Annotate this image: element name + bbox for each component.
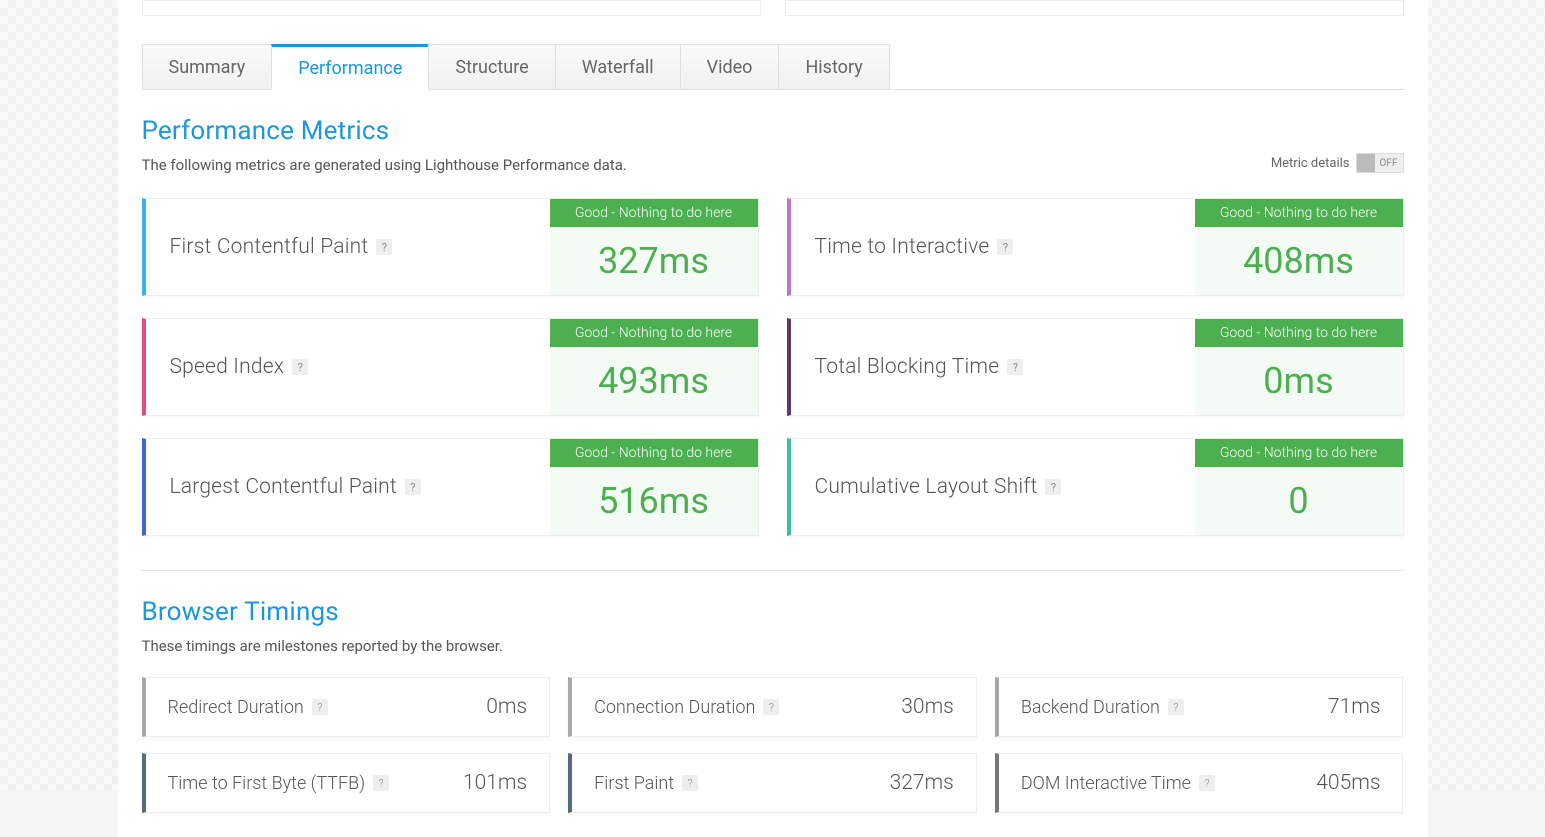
metric-name: First Contentful Paint [170,235,369,259]
page-root: Summary Performance Structure Waterfall … [0,0,1545,790]
metric-status: Good - Nothing to do here [1195,439,1403,467]
help-icon[interactable] [292,359,308,375]
timing-name-wrap: Time to First Byte (TTFB) [168,773,390,794]
tab-label: Summary [169,57,246,78]
tab-structure[interactable]: Structure [428,44,555,89]
content-container: Summary Performance Structure Waterfall … [118,0,1428,837]
metric-name-area: Cumulative Layout Shift [791,439,1195,535]
metric-value: 0 [1195,467,1403,535]
metric-name-area: Total Blocking Time [791,319,1195,415]
metric-card-fcp: First Contentful Paint Good - Nothing to… [142,198,759,296]
metric-name: Speed Index [170,355,285,379]
metric-name-area: Time to Interactive [791,199,1195,295]
browser-timings-title: Browser Timings [142,597,1404,627]
timing-value: 30ms [901,695,954,719]
tab-history[interactable]: History [778,44,889,89]
metric-value-box: Good - Nothing to do here 327ms [550,199,758,295]
tab-waterfall[interactable]: Waterfall [555,44,681,89]
timing-name-wrap: Backend Duration [1021,697,1184,718]
metric-name-area: Speed Index [146,319,550,415]
timing-card-ttfb: Time to First Byte (TTFB) 101ms [142,753,551,813]
timing-name: Backend Duration [1021,697,1160,718]
browser-timings-grid: Redirect Duration 0ms Connection Duratio… [142,677,1404,813]
help-icon[interactable] [763,699,779,715]
tab-label: Video [707,57,753,78]
metric-name: Total Blocking Time [815,355,1000,379]
tab-label: Performance [298,58,402,79]
help-icon[interactable] [373,775,389,791]
performance-metrics-grid: First Contentful Paint Good - Nothing to… [142,198,1404,536]
timing-name: Redirect Duration [168,697,304,718]
timing-name-wrap: Connection Duration [594,697,779,718]
tab-performance[interactable]: Performance [271,44,429,90]
metric-value: 516ms [550,467,758,535]
metric-name: Cumulative Layout Shift [815,475,1038,499]
metric-value: 493ms [550,347,758,415]
metric-value-box: Good - Nothing to do here 0ms [1195,319,1403,415]
metric-card-cls: Cumulative Layout Shift Good - Nothing t… [787,438,1404,536]
timing-name-wrap: Redirect Duration [168,697,328,718]
metric-details-toggle[interactable]: OFF [1356,153,1404,173]
timing-name: First Paint [594,773,674,794]
metric-status: Good - Nothing to do here [550,319,758,347]
help-icon[interactable] [682,775,698,791]
metric-card-tbt: Total Blocking Time Good - Nothing to do… [787,318,1404,416]
browser-timings-subtitle: These timings are milestones reported by… [142,637,1404,655]
help-icon[interactable] [405,479,421,495]
metric-card-si: Speed Index Good - Nothing to do here 49… [142,318,759,416]
timing-value: 0ms [486,695,527,719]
help-icon[interactable] [1199,775,1215,791]
metric-name: Largest Contentful Paint [170,475,397,499]
tab-video[interactable]: Video [680,44,780,89]
timing-name: DOM Interactive Time [1021,773,1191,794]
help-icon[interactable] [312,699,328,715]
timing-name: Connection Duration [594,697,755,718]
metric-value-box: Good - Nothing to do here 493ms [550,319,758,415]
timing-card-first-paint: First Paint 327ms [568,753,977,813]
timing-name: Time to First Byte (TTFB) [168,773,366,794]
metric-status: Good - Nothing to do here [1195,199,1403,227]
tab-label: Waterfall [582,57,654,78]
metric-value: 0ms [1195,347,1403,415]
metric-name-area: Largest Contentful Paint [146,439,550,535]
section-divider [142,570,1404,571]
metric-value: 408ms [1195,227,1403,295]
help-icon[interactable] [1007,359,1023,375]
metric-card-tti: Time to Interactive Good - Nothing to do… [787,198,1404,296]
tab-label: History [805,57,862,78]
timing-card-dom-interactive: DOM Interactive Time 405ms [995,753,1404,813]
report-tabs: Summary Performance Structure Waterfall … [142,44,1404,90]
tab-label: Structure [455,57,528,78]
metric-card-lcp: Largest Contentful Paint Good - Nothing … [142,438,759,536]
timing-value: 71ms [1328,695,1381,719]
metric-value-box: Good - Nothing to do here 408ms [1195,199,1403,295]
performance-metrics-title: Performance Metrics [142,116,1404,146]
timing-value: 327ms [890,771,954,795]
help-icon[interactable] [1168,699,1184,715]
metric-name: Time to Interactive [815,235,990,259]
timing-value: 101ms [463,771,527,795]
timing-name-wrap: First Paint [594,773,698,794]
toggle-knob [1357,154,1375,172]
metric-status: Good - Nothing to do here [550,199,758,227]
timing-value: 405ms [1316,771,1380,795]
metric-name-area: First Contentful Paint [146,199,550,295]
metric-details-label: Metric details [1271,156,1350,171]
help-icon[interactable] [1045,479,1061,495]
metric-status: Good - Nothing to do here [550,439,758,467]
toggle-state-label: OFF [1375,158,1403,169]
metric-value-box: Good - Nothing to do here 516ms [550,439,758,535]
metric-status: Good - Nothing to do here [1195,319,1403,347]
above-fold-placeholder [142,0,1404,16]
metric-value: 327ms [550,227,758,295]
timing-card-redirect: Redirect Duration 0ms [142,677,551,737]
help-icon[interactable] [997,239,1013,255]
timing-name-wrap: DOM Interactive Time [1021,773,1215,794]
timing-card-backend: Backend Duration 71ms [995,677,1404,737]
help-icon[interactable] [376,239,392,255]
tab-summary[interactable]: Summary [142,44,273,89]
timing-card-connection: Connection Duration 30ms [568,677,977,737]
metric-value-box: Good - Nothing to do here 0 [1195,439,1403,535]
